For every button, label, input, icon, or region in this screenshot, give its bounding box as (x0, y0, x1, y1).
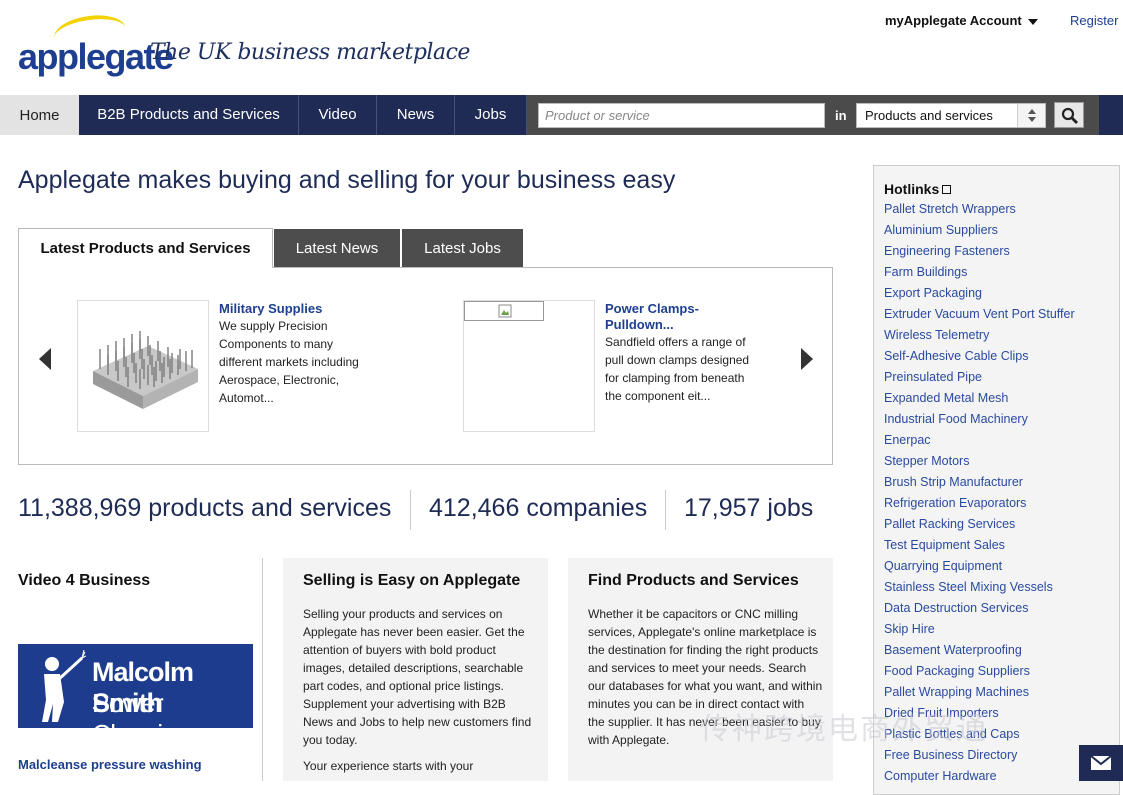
hotlink-item[interactable]: Data Destruction Services (884, 599, 1075, 620)
search-button[interactable] (1054, 102, 1084, 128)
hotlink-item[interactable]: Engineering Fasteners (884, 242, 1075, 263)
arrow-right-icon[interactable] (801, 348, 813, 370)
hotlink-item[interactable]: Free Business Directory (884, 746, 1075, 767)
applegate-logo[interactable]: applegate (18, 11, 174, 77)
desc-line: pull down clamps designed (605, 353, 750, 367)
hotlink-item[interactable]: Farm Buildings (884, 263, 1075, 284)
search-in-label: in (835, 108, 847, 123)
product-image-military[interactable] (77, 300, 209, 432)
desc-line: different markets including (219, 355, 359, 369)
hotlink-item[interactable]: Industrial Food Machinery (884, 410, 1075, 431)
search-input[interactable]: Product or service (538, 103, 825, 128)
mail-icon (1090, 755, 1112, 770)
title-line: Power Clamps- (605, 301, 699, 316)
mail-button[interactable] (1079, 745, 1123, 781)
hotlink-item[interactable]: Stepper Motors (884, 452, 1075, 473)
tab-latest-jobs[interactable]: Latest Jobs (402, 229, 523, 267)
product-title-military[interactable]: Military Supplies (219, 301, 322, 317)
header: applegate The UK business marketplace my… (0, 0, 1123, 95)
desc-line: Components to many (219, 337, 334, 351)
products-carousel: Military Supplies We supply Precision Co… (18, 267, 833, 465)
video-thumbnail[interactable]: Malcolm Smith Power Cleaning (18, 644, 253, 749)
select-arrows-icon[interactable] (1017, 104, 1045, 127)
hotlink-item[interactable]: Food Packaging Suppliers (884, 662, 1075, 683)
stat-divider (665, 490, 666, 530)
account-menu[interactable]: myApplegate Account (885, 13, 1038, 28)
pressure-washer-figure-icon (42, 650, 86, 722)
product-desc-clamps: Sandfield offers a range of pull down cl… (605, 333, 749, 405)
hotlink-item[interactable]: Enerpac (884, 431, 1075, 452)
nav-jobs[interactable]: Jobs (455, 95, 527, 135)
product-title-clamps[interactable]: Power Clamps- Pulldown... (605, 301, 699, 333)
external-link-icon (942, 185, 952, 194)
desc-line: for clamping from beneath (605, 371, 745, 385)
tab-latest-products[interactable]: Latest Products and Services (18, 228, 273, 268)
tab-latest-news[interactable]: Latest News (274, 229, 400, 267)
hotlink-item[interactable]: Refrigeration Evaporators (884, 494, 1075, 515)
hotlink-item[interactable]: Skip Hire (884, 620, 1075, 641)
hotlink-item[interactable]: Pallet Wrapping Machines (884, 683, 1075, 704)
desc-line: Aerospace, Electronic, (219, 373, 340, 387)
hotlinks-title-text: Hotlinks (884, 181, 940, 197)
search-category-value: Products and services (865, 108, 993, 123)
heatsink-image (93, 331, 198, 409)
selling-box: Selling is Easy on Applegate Selling you… (283, 558, 548, 781)
title-line: Pulldown... (605, 317, 674, 332)
nav-home[interactable]: Home (0, 95, 79, 135)
find-title: Find Products and Services (588, 572, 799, 589)
hotlink-item[interactable]: Preinsulated Pipe (884, 368, 1075, 389)
hotlink-item[interactable]: Quarrying Equipment (884, 557, 1075, 578)
tagline: The UK business marketplace (150, 40, 470, 65)
account-label: myApplegate Account (885, 13, 1022, 28)
search-icon (1061, 107, 1078, 124)
stat-companies: 412,466 companies (429, 494, 648, 522)
desc-line: Automot... (219, 391, 274, 405)
section-divider (262, 558, 263, 781)
hotlink-item[interactable]: Extruder Vacuum Vent Port Stuffer (884, 305, 1075, 326)
arrow-left-icon[interactable] (39, 348, 51, 370)
product-image-clamps[interactable] (463, 300, 595, 432)
hotlink-item[interactable]: Brush Strip Manufacturer (884, 473, 1075, 494)
stat-divider (410, 490, 411, 530)
product-desc-military: We supply Precision Components to many d… (219, 317, 359, 407)
broken-image-icon (464, 301, 544, 321)
hotlink-item[interactable]: Computer Hardware (884, 767, 1075, 788)
hotlink-item[interactable]: Pallet Racking Services (884, 515, 1075, 536)
register-link[interactable]: Register (1070, 13, 1118, 28)
page-headline: Applegate makes buying and selling for y… (18, 166, 676, 194)
selling-text: Selling your products and services on Ap… (303, 607, 532, 747)
hotlink-item[interactable]: Stainless Steel Mixing Vessels (884, 578, 1075, 599)
video-link[interactable]: Malcleanse pressure washing (18, 757, 202, 772)
hotlink-item[interactable]: Test Equipment Sales (884, 536, 1075, 557)
hotlink-item[interactable]: Pallet Stretch Wrappers (884, 200, 1075, 221)
caret-down-icon (1027, 18, 1038, 25)
video-brand-line2: Power Cleaning (92, 688, 191, 749)
search-category-select[interactable]: Products and services (856, 103, 1046, 128)
nav-video[interactable]: Video (299, 95, 377, 135)
desc-line: Sandfield offers a range of (605, 335, 746, 349)
hotlinks-title[interactable]: Hotlinks (884, 181, 952, 197)
stat-jobs: 17,957 jobs (684, 494, 814, 522)
search-bar: Product or service in Products and servi… (527, 95, 1099, 135)
hotlink-item[interactable]: Expanded Metal Mesh (884, 389, 1075, 410)
nav-b2b-products[interactable]: B2B Products and Services (79, 95, 299, 135)
watermark: 传神跨境电商外贸通 (700, 713, 988, 746)
stat-products: 11,388,969 products and services (18, 494, 392, 522)
desc-line: the component eit... (605, 389, 711, 403)
selling-title: Selling is Easy on Applegate (303, 572, 521, 589)
selling-text-continued: Your experience starts with your (303, 759, 474, 773)
hotlinks-sidebar: Hotlinks Pallet Stretch Wrappers Aluminiu… (873, 165, 1120, 795)
hotlink-item[interactable]: Wireless Telemetry (884, 326, 1075, 347)
main-nav: Home B2B Products and Services Video New… (0, 95, 1123, 135)
hotlink-item[interactable]: Basement Waterproofing (884, 641, 1075, 662)
desc-line: We supply Precision (219, 319, 328, 333)
hotlinks-list: Pallet Stretch Wrappers Aluminium Supplie… (884, 200, 1075, 788)
hotlink-item[interactable]: Export Packaging (884, 284, 1075, 305)
video-section-title: Video 4 Business (18, 572, 151, 589)
hotlink-item[interactable]: Aluminium Suppliers (884, 221, 1075, 242)
hotlink-item[interactable]: Self-Adhesive Cable Clips (884, 347, 1075, 368)
nav-news[interactable]: News (377, 95, 455, 135)
